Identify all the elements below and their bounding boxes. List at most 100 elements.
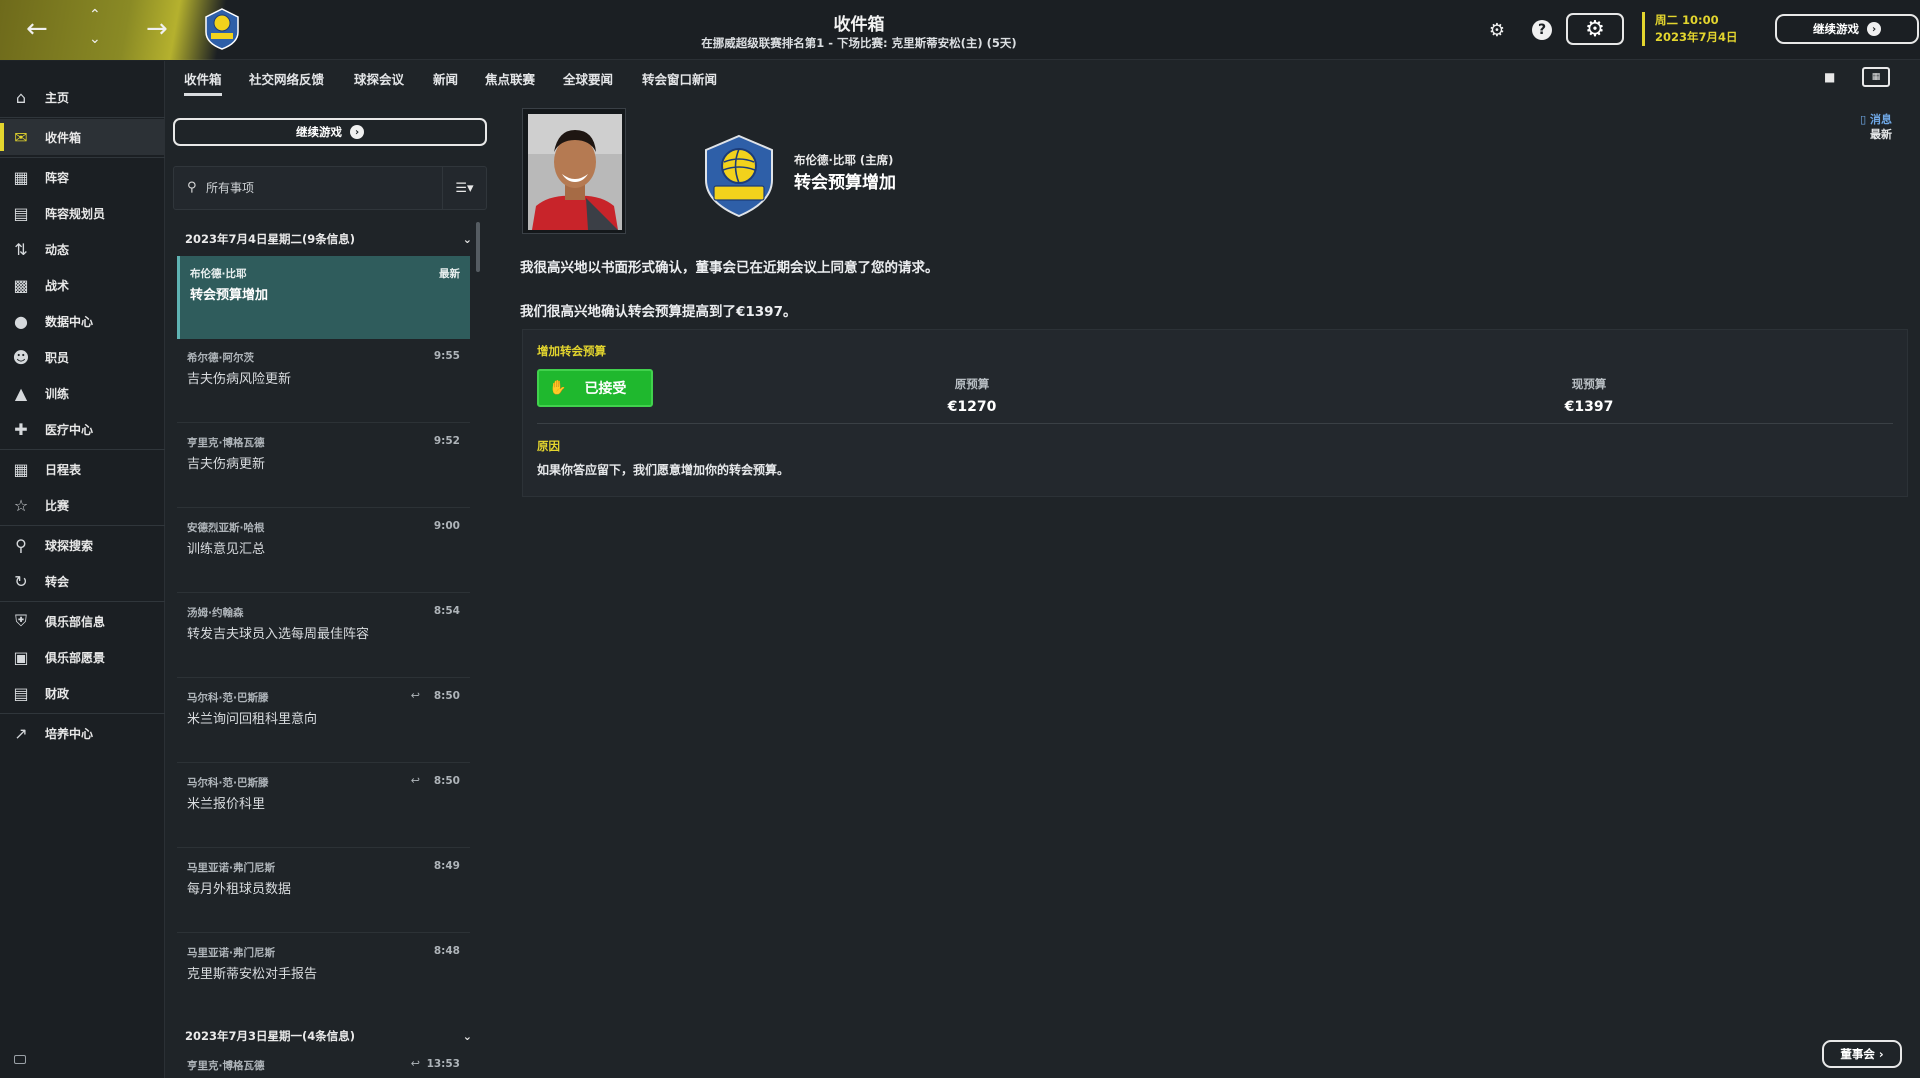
continue-button[interactable]: 继续游戏 › (173, 118, 487, 146)
help-icon[interactable]: ? (1527, 15, 1557, 45)
tab-news[interactable]: 新闻 (433, 69, 458, 88)
gear-icon: ⚙ (1585, 16, 1605, 42)
tab-transfer-window-news[interactable]: 转会窗口新闻 (642, 69, 717, 88)
message-time: 8:49 (433, 860, 460, 872)
sidebar-item-training[interactable]: ▲ 训练 (0, 375, 165, 411)
sidebar-item-transfers[interactable]: ↻ 转会 (0, 563, 165, 599)
clipboard-icon: ▤ (13, 203, 29, 223)
message-subject: 米兰询问回租科里意向 (187, 712, 318, 727)
message-sender: 马尔科·范·巴斯滕 (187, 692, 269, 704)
brain-icon[interactable]: ⚙ (1482, 15, 1512, 45)
inbox-icon: ✉ (14, 127, 28, 147)
new-budget-label: 现预算 (1571, 377, 1607, 391)
sidebar-item-schedule[interactable]: ▦ 日程表 (0, 451, 165, 487)
inbox-list-panel: 继续游戏 › ⚲ ☰▾ 2023年7月4日星期二(9条信息) ⌄ 布伦德·比耶 … (165, 96, 495, 1078)
tab-focus-leagues[interactable]: 焦点联赛 (485, 69, 535, 88)
settings-button[interactable]: ⚙ (1566, 13, 1624, 45)
continue-label: 继续游戏 (1813, 22, 1859, 36)
inbox-message[interactable]: 马尔科·范·巴斯滕 ↩ 8:50 米兰报价科里 (177, 765, 470, 848)
board-button[interactable]: 董事会 › (1822, 1040, 1902, 1068)
sidebar-item-staff[interactable]: ☻ 职员 (0, 339, 165, 375)
page-title: 收件箱 (833, 15, 885, 35)
new-budget: 现预算 €1397 (1489, 376, 1689, 415)
reason-label: 原因 (537, 439, 560, 453)
thumbs-up-icon: ✋ (549, 380, 567, 396)
arrow-circle-icon: › (350, 125, 364, 139)
tab-social-feedback[interactable]: 社交网络反馈 (249, 69, 324, 88)
date-group-label: 2023年7月4日星期二(9条信息) (185, 232, 356, 246)
chat-icon[interactable] (14, 1055, 26, 1064)
old-budget-label: 原预算 (954, 377, 990, 391)
sidebar-item-squad[interactable]: ▦ 阵容 (0, 159, 165, 195)
chevron-right-icon: › (1878, 1047, 1884, 1061)
sidebar-item-dynamics[interactable]: ⇅ 动态 (0, 231, 165, 267)
sidebar-item-club-info[interactable]: ⛨ 俱乐部信息 (0, 603, 165, 639)
message-link[interactable]: ▯ 消息 (1860, 112, 1892, 127)
accepted-label: 已接受 (584, 381, 627, 397)
message-meta: ▯ 消息 最新 (1860, 112, 1892, 142)
home-icon: ⌂ (15, 87, 27, 107)
sidebar-divider (0, 449, 165, 450)
date-group-header[interactable]: 2023年7月3日星期一(4条信息) ⌄ (173, 1021, 478, 1051)
sidebar-item-finances[interactable]: ▤ 财政 (0, 675, 165, 711)
tab-world-news[interactable]: 全球要闻 (563, 69, 613, 88)
message-subject: 每月外租球员数据 (187, 882, 292, 897)
search-input[interactable] (206, 177, 426, 199)
sidebar-item-medical[interactable]: ✚ 医疗中心 (0, 411, 165, 447)
accepted-button[interactable]: ✋ 已接受 (537, 369, 653, 407)
inbox-message[interactable]: 汤姆·约翰森 8:54 转发吉夫球员入选每周最佳阵容 (177, 595, 470, 678)
message-time: 9:52 (433, 435, 460, 447)
inbox-message[interactable]: 马尔科·范·巴斯滕 ↩ 8:50 米兰询问回租科里意向 (177, 680, 470, 763)
lock-icon[interactable]: ■ (1824, 70, 1835, 84)
body-paragraph: 我们很高兴地确认转会预算提高到了€1397。 (520, 304, 797, 320)
calendar-icon: ▦ (13, 459, 29, 479)
tab-inbox[interactable]: 收件箱 (184, 69, 222, 96)
reply-icon: ↩ (410, 689, 420, 702)
inbox-message[interactable]: 亨里克·博格瓦德 ↩ 13:53 (177, 1053, 470, 1078)
message-sender: 亨里克·博格瓦德 (187, 437, 265, 449)
body-paragraph: 我很高兴地以书面形式确认，董事会已在近期会议上同意了您的请求。 (520, 260, 939, 276)
sidebar-item-inbox[interactable]: ✉ 收件箱 (0, 119, 165, 155)
budget-change-card: 增加转会预算 ✋ 已接受 原预算 €1270 现预算 €1397 原因 如果你答… (522, 329, 1908, 497)
sidebar-item-club-vision[interactable]: ▣ 俱乐部愿景 (0, 639, 165, 675)
search-icon: ⚲ (187, 180, 197, 195)
date-group-label: 2023年7月3日星期一(4条信息) (185, 1029, 356, 1043)
sidebar-item-home[interactable]: ⌂ 主页 (0, 79, 165, 115)
inbox-message[interactable]: 安德烈亚斯·哈根 9:00 训练意见汇总 (177, 510, 470, 593)
shirt-icon: ▦ (13, 167, 29, 187)
game-date: 周二 10:00 2023年7月4日 (1642, 12, 1742, 46)
inbox-message[interactable]: 希尔德·阿尔茨 9:55 吉夫伤病风险更新 (177, 340, 470, 423)
layout-icon[interactable]: ▦ (1862, 67, 1890, 87)
growth-icon: ↗ (14, 723, 28, 743)
message-subject: 克里斯蒂安松对手报告 (187, 967, 318, 982)
list-scrollbar[interactable] (476, 222, 480, 272)
briefcase-icon: ▣ (13, 647, 29, 667)
sidebar-item-squad-planner[interactable]: ▤ 阵容规划员 (0, 195, 165, 231)
inbox-message[interactable]: 布伦德·比耶 最新 转会预算增加 (177, 256, 470, 339)
inbox-message[interactable]: 马里亚诺·弗门尼斯 8:48 克里斯蒂安松对手报告 (177, 935, 470, 1018)
sidebar-item-development[interactable]: ↗ 培养中心 (0, 715, 165, 751)
message-sender: 马里亚诺·弗门尼斯 (187, 947, 275, 959)
message-subject: 转会预算增加 (190, 288, 269, 303)
message-subject: 吉夫伤病风险更新 (187, 372, 292, 387)
tab-scout-meeting[interactable]: 球探会议 (354, 69, 404, 88)
sender-name: 布伦德·比耶 (主席) (794, 153, 894, 167)
continue-button[interactable]: 继续游戏 › (1775, 14, 1919, 44)
date-day: 2023年7月4日 (1655, 30, 1738, 44)
filter-menu-button[interactable]: ☰▾ (442, 167, 486, 209)
sender-photo (522, 108, 626, 234)
chevron-down-icon: ⌄ (462, 232, 472, 246)
message-subject: 米兰报价科里 (187, 797, 266, 812)
training-icon: ▲ (14, 383, 28, 403)
inbox-message[interactable]: 亨里克·博格瓦德 9:52 吉夫伤病更新 (177, 425, 470, 508)
sidebar-item-data-hub[interactable]: ● 数据中心 (0, 303, 165, 339)
message-subject: 吉夫伤病更新 (187, 457, 266, 472)
sidebar-item-competitions[interactable]: ☆ 比赛 (0, 487, 165, 523)
sidebar-item-tactics[interactable]: ▩ 战术 (0, 267, 165, 303)
message-sender: 马尔科·范·巴斯滕 (187, 777, 269, 789)
message-time: 8:50 (433, 690, 460, 702)
inbox-message[interactable]: 马里亚诺·弗门尼斯 8:49 每月外租球员数据 (177, 850, 470, 933)
sidebar-item-scouting[interactable]: ⚲ 球探搜索 (0, 527, 165, 563)
date-group-header[interactable]: 2023年7月4日星期二(9条信息) ⌄ (173, 224, 478, 254)
transfer-icon: ↻ (14, 571, 28, 591)
